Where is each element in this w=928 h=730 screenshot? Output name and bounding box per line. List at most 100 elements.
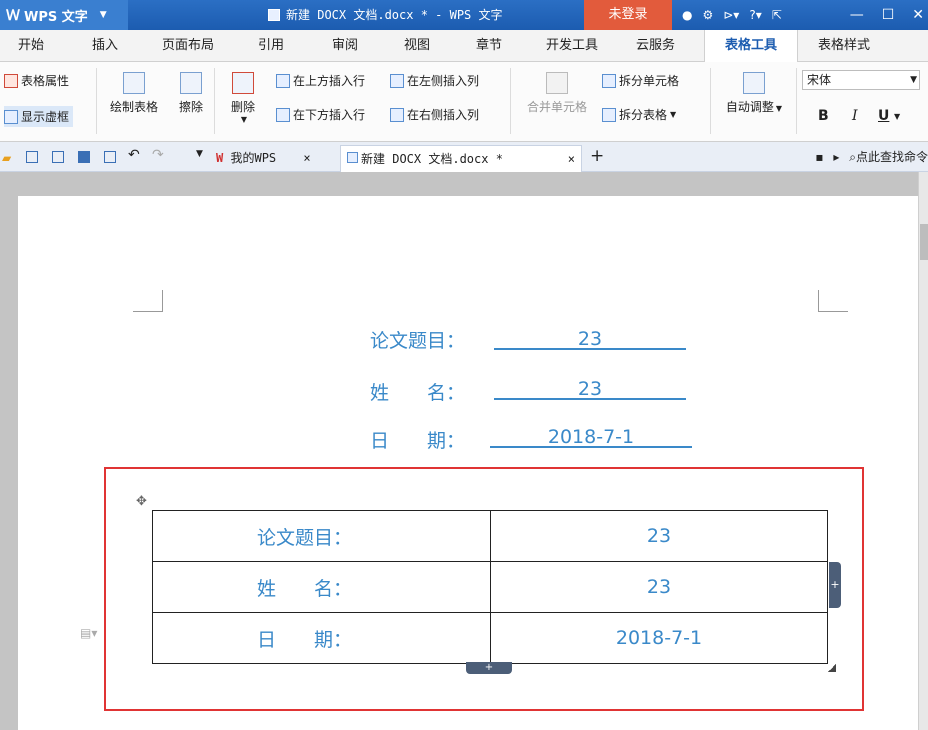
merge-cells-button[interactable]: 合并单元格 (518, 72, 596, 115)
insert-row-above-icon (276, 73, 290, 88)
help-icon[interactable]: ?▾ (749, 8, 761, 22)
table-cell-label[interactable]: 论文题目： (152, 510, 491, 562)
pin-icon[interactable]: ▸ (833, 150, 839, 164)
chevron-down-icon: ▼ (99, 10, 107, 20)
show-gridlines-button[interactable]: 显示虚框 (4, 106, 74, 127)
bold-button[interactable]: B (818, 108, 829, 124)
split-cells-icon (602, 73, 616, 88)
settings-icon[interactable]: ⚙ (702, 8, 713, 22)
paragraph-options-icon[interactable]: ▤▾ (80, 626, 97, 640)
insert-col-right-button[interactable]: 在右侧插入列 (390, 106, 479, 123)
tab-cloud[interactable]: 云服务 (636, 30, 675, 62)
table-cell-label[interactable]: 日 期： (152, 612, 491, 664)
vertical-scrollbar[interactable] (918, 172, 928, 730)
insert-col-left-icon (390, 73, 404, 88)
command-search[interactable]: ▪ ▸ ⌕点此查找命令 (815, 142, 928, 172)
ribbon: 表格属性 显示虚框 绘制表格 擦除 删除 ▼ 在上方插入行 在下方插入行 在左侧插… (0, 62, 928, 142)
draw-table-button[interactable]: 绘制表格 (104, 72, 164, 115)
tab-current-document[interactable]: 新建 DOCX 文档.docx * × (340, 145, 582, 172)
underline-dropdown-icon[interactable]: ▼ (894, 112, 900, 121)
window-title: 新建 DOCX 文档.docx * - WPS 文字 (268, 0, 503, 30)
tab-chapter[interactable]: 章节 (476, 30, 502, 62)
field-value-title[interactable]: 23 (494, 328, 686, 350)
quick-access-bar: ▰ ↶ ↷ ▼ W 我的WPS × 新建 DOCX 文档.docx * × + … (0, 142, 928, 172)
split-table-button[interactable]: 拆分表格 ▼ (602, 106, 676, 123)
wps-logo-icon: Ｗ (6, 8, 20, 24)
field-value-name[interactable]: 23 (494, 378, 686, 400)
auto-fit-button[interactable]: 自动调整 ▼ (716, 72, 792, 115)
tab-review[interactable]: 审阅 (332, 30, 358, 62)
customize-dropdown-icon[interactable]: ▼ (196, 149, 208, 161)
document-icon (347, 152, 358, 163)
draw-table-icon (123, 72, 145, 94)
underline-button[interactable]: U (878, 108, 889, 124)
auto-fit-icon (743, 72, 765, 94)
italic-button[interactable]: I (852, 108, 858, 124)
ribbon-collapse-icon[interactable]: ⇱ (772, 8, 782, 22)
insert-row-above-button[interactable]: 在上方插入行 (276, 72, 365, 89)
table-cell-value[interactable]: 23 (490, 510, 828, 562)
field-value-date[interactable]: 2018-7-1 (490, 426, 692, 448)
font-name-select[interactable]: 宋体 ▼ (802, 70, 920, 90)
tab-home[interactable]: 开始 (18, 30, 44, 62)
redo-icon[interactable]: ↷ (152, 147, 164, 163)
erase-button[interactable]: 擦除 (174, 72, 208, 115)
tab-references[interactable]: 引用 (258, 30, 284, 62)
close-tab-icon[interactable]: × (303, 151, 310, 165)
table-properties-button[interactable]: 表格属性 (4, 72, 69, 89)
new-tab-icon[interactable]: + (590, 146, 604, 166)
save-icon[interactable] (26, 151, 38, 163)
insert-col-right-icon (390, 107, 404, 122)
table-row: 姓 名： 23 (152, 561, 828, 613)
tab-insert[interactable]: 插入 (92, 30, 118, 62)
app-menu-button[interactable]: Ｗ WPS 文字 ▼ (0, 0, 128, 30)
table-cell-label[interactable]: 姓 名： (152, 561, 491, 613)
insert-col-left-button[interactable]: 在左侧插入列 (390, 72, 479, 89)
scrollbar-thumb[interactable] (920, 224, 928, 260)
skin-icon[interactable]: ● (682, 8, 692, 22)
export-pdf-icon[interactable] (52, 151, 64, 163)
tab-developer[interactable]: 开发工具 (546, 30, 598, 62)
split-cells-button[interactable]: 拆分单元格 (602, 72, 679, 89)
field-label-title: 论文题目： (370, 330, 466, 352)
field-label-date: 日 期： (370, 430, 466, 452)
print-preview-icon[interactable] (104, 151, 116, 163)
add-column-button[interactable]: + (829, 562, 841, 608)
window-controls: — ☐ ✕ (850, 0, 928, 30)
field-label-name: 姓 名： (370, 382, 466, 404)
table-resize-handle[interactable] (828, 664, 836, 672)
tab-table-style[interactable]: 表格样式 (818, 30, 870, 62)
title-bar: Ｗ WPS 文字 ▼ 新建 DOCX 文档.docx * - WPS 文字 未登… (0, 0, 928, 30)
share-icon[interactable]: ⊳▾ (723, 8, 739, 22)
table-properties-icon (4, 73, 18, 88)
table-cell-value[interactable]: 2018-7-1 (490, 612, 828, 664)
print-icon[interactable] (78, 151, 90, 163)
delete-button[interactable]: 删除 ▼ (220, 72, 266, 124)
gridlines-icon (4, 109, 18, 124)
monitor-icon[interactable]: ▪ (815, 150, 823, 164)
insert-row-below-button[interactable]: 在下方插入行 (276, 106, 365, 123)
tab-view[interactable]: 视图 (404, 30, 430, 62)
chevron-down-icon: ▼ (910, 75, 917, 85)
tab-my-wps[interactable]: W 我的WPS × (216, 145, 311, 172)
margin-corner (133, 290, 163, 312)
maximize-icon[interactable]: ☐ (882, 7, 895, 23)
table-move-handle-icon[interactable]: ✥ (136, 494, 147, 509)
add-row-button[interactable]: + (466, 662, 512, 674)
title-tools: ● ⚙ ⊳▾ ?▾ ⇱ (682, 0, 782, 30)
open-folder-icon[interactable]: ▰ (2, 151, 14, 165)
close-tab-icon[interactable]: × (568, 146, 575, 173)
document-icon (268, 9, 280, 21)
tab-page-layout[interactable]: 页面布局 (162, 30, 214, 62)
info-table[interactable]: 论文题目： 23 姓 名： 23 日 期： 2018-7-1 (152, 510, 828, 664)
merge-cells-icon (546, 72, 568, 94)
login-button[interactable]: 未登录 (584, 0, 672, 30)
app-name: WPS 文字 (24, 9, 88, 25)
margin-corner (818, 290, 848, 312)
tab-table-tools[interactable]: 表格工具 (704, 30, 798, 62)
insert-row-below-icon (276, 107, 290, 122)
close-icon[interactable]: ✕ (912, 7, 924, 23)
undo-icon[interactable]: ↶ (128, 147, 140, 163)
table-cell-value[interactable]: 23 (490, 561, 828, 613)
minimize-icon[interactable]: — (850, 7, 864, 23)
